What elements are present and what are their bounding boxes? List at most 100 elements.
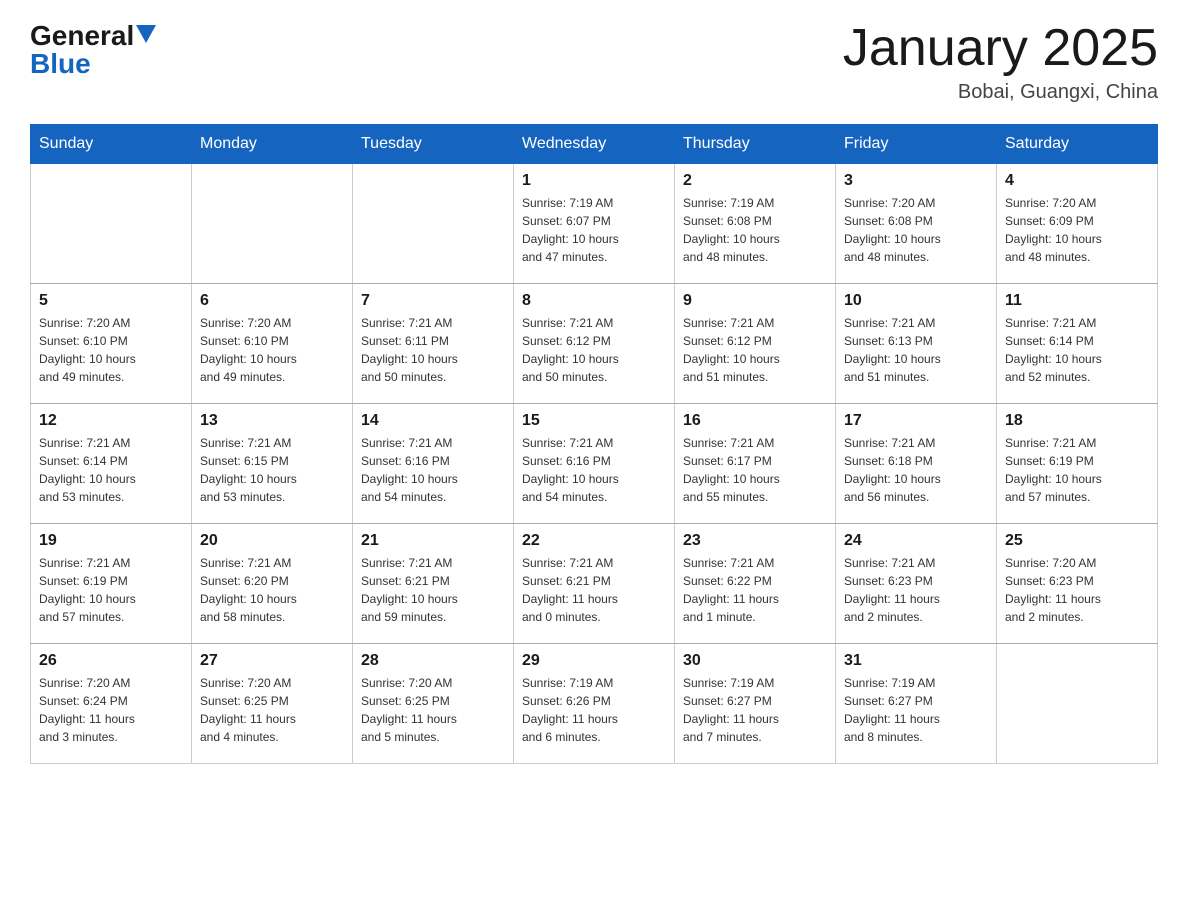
calendar-cell: [353, 164, 514, 284]
day-info: Sunrise: 7:21 AM Sunset: 6:22 PM Dayligh…: [683, 554, 827, 626]
calendar-cell: 23 Sunrise: 7:21 AM Sunset: 6:22 PM Dayli…: [675, 524, 836, 644]
calendar-week-row: 5 Sunrise: 7:20 AM Sunset: 6:10 PM Daylig…: [31, 284, 1158, 404]
calendar-cell: 24 Sunrise: 7:21 AM Sunset: 6:23 PM Dayli…: [836, 524, 997, 644]
calendar-cell: 30 Sunrise: 7:19 AM Sunset: 6:27 PM Dayli…: [675, 644, 836, 764]
day-info: Sunrise: 7:19 AM Sunset: 6:08 PM Dayligh…: [683, 194, 827, 266]
weekday-header-row: SundayMondayTuesdayWednesdayThursdayFrid…: [31, 125, 1158, 164]
day-info: Sunrise: 7:21 AM Sunset: 6:16 PM Dayligh…: [361, 434, 505, 506]
month-title: January 2025: [843, 20, 1158, 77]
calendar-cell: 7 Sunrise: 7:21 AM Sunset: 6:11 PM Daylig…: [353, 284, 514, 404]
title-section: January 2025 Bobai, Guangxi, China: [843, 20, 1158, 104]
calendar-cell: [31, 164, 192, 284]
day-number: 12: [39, 412, 183, 430]
day-number: 19: [39, 532, 183, 550]
day-info: Sunrise: 7:19 AM Sunset: 6:27 PM Dayligh…: [844, 674, 988, 746]
day-number: 2: [683, 172, 827, 190]
day-info: Sunrise: 7:21 AM Sunset: 6:21 PM Dayligh…: [522, 554, 666, 626]
day-number: 18: [1005, 412, 1149, 430]
calendar-cell: 6Sunrise: 7:20 AM Sunset: 6:10 PM Daylig…: [192, 284, 353, 404]
day-number: 15: [522, 412, 666, 430]
day-number: 4: [1005, 172, 1149, 190]
day-number: 8: [522, 292, 666, 310]
logo-blue-text: Blue: [30, 48, 156, 80]
location: Bobai, Guangxi, China: [843, 81, 1158, 104]
day-info: Sunrise: 7:21 AM Sunset: 6:16 PM Dayligh…: [522, 434, 666, 506]
day-info: Sunrise: 7:20 AM Sunset: 6:10 PM Dayligh…: [200, 314, 344, 386]
day-info: Sunrise: 7:21 AM Sunset: 6:19 PM Dayligh…: [39, 554, 183, 626]
day-info: Sunrise: 7:21 AM Sunset: 6:14 PM Dayligh…: [1005, 314, 1149, 386]
day-info: Sunrise: 7:21 AM Sunset: 6:17 PM Dayligh…: [683, 434, 827, 506]
calendar-body: 1Sunrise: 7:19 AM Sunset: 6:07 PM Daylig…: [31, 164, 1158, 764]
page-header: General Blue January 2025 Bobai, Guangxi…: [30, 20, 1158, 104]
day-info: Sunrise: 7:19 AM Sunset: 6:27 PM Dayligh…: [683, 674, 827, 746]
day-number: 13: [200, 412, 344, 430]
calendar-cell: 13 Sunrise: 7:21 AM Sunset: 6:15 PM Dayli…: [192, 404, 353, 524]
calendar-cell: 31 Sunrise: 7:19 AM Sunset: 6:27 PM Dayli…: [836, 644, 997, 764]
calendar-week-row: 12 Sunrise: 7:21 AM Sunset: 6:14 PM Dayli…: [31, 404, 1158, 524]
weekday-header-sunday: Sunday: [31, 125, 192, 164]
calendar-cell: 20Sunrise: 7:21 AM Sunset: 6:20 PM Dayli…: [192, 524, 353, 644]
weekday-header-tuesday: Tuesday: [353, 125, 514, 164]
day-number: 11: [1005, 292, 1149, 310]
day-info: Sunrise: 7:21 AM Sunset: 6:23 PM Dayligh…: [844, 554, 988, 626]
day-info: Sunrise: 7:19 AM Sunset: 6:26 PM Dayligh…: [522, 674, 666, 746]
weekday-header-thursday: Thursday: [675, 125, 836, 164]
day-number: 3: [844, 172, 988, 190]
day-info: Sunrise: 7:20 AM Sunset: 6:25 PM Dayligh…: [361, 674, 505, 746]
day-info: Sunrise: 7:21 AM Sunset: 6:15 PM Dayligh…: [200, 434, 344, 506]
day-number: 30: [683, 652, 827, 670]
day-info: Sunrise: 7:21 AM Sunset: 6:18 PM Dayligh…: [844, 434, 988, 506]
day-number: 25: [1005, 532, 1149, 550]
logo-triangle-icon: [136, 25, 156, 43]
day-number: 7: [361, 292, 505, 310]
calendar-cell: 3Sunrise: 7:20 AM Sunset: 6:08 PM Daylig…: [836, 164, 997, 284]
day-number: 16: [683, 412, 827, 430]
calendar-cell: 14 Sunrise: 7:21 AM Sunset: 6:16 PM Dayli…: [353, 404, 514, 524]
day-number: 28: [361, 652, 505, 670]
calendar-cell: [192, 164, 353, 284]
day-number: 21: [361, 532, 505, 550]
day-info: Sunrise: 7:21 AM Sunset: 6:21 PM Dayligh…: [361, 554, 505, 626]
calendar-cell: 17Sunrise: 7:21 AM Sunset: 6:18 PM Dayli…: [836, 404, 997, 524]
day-info: Sunrise: 7:21 AM Sunset: 6:19 PM Dayligh…: [1005, 434, 1149, 506]
day-number: 29: [522, 652, 666, 670]
calendar-cell: 18 Sunrise: 7:21 AM Sunset: 6:19 PM Dayli…: [997, 404, 1158, 524]
day-number: 1: [522, 172, 666, 190]
day-info: Sunrise: 7:20 AM Sunset: 6:24 PM Dayligh…: [39, 674, 183, 746]
day-number: 22: [522, 532, 666, 550]
day-info: Sunrise: 7:20 AM Sunset: 6:25 PM Dayligh…: [200, 674, 344, 746]
day-info: Sunrise: 7:21 AM Sunset: 6:12 PM Dayligh…: [522, 314, 666, 386]
calendar-cell: 11 Sunrise: 7:21 AM Sunset: 6:14 PM Dayli…: [997, 284, 1158, 404]
day-number: 26: [39, 652, 183, 670]
calendar-week-row: 1Sunrise: 7:19 AM Sunset: 6:07 PM Daylig…: [31, 164, 1158, 284]
calendar-cell: 21 Sunrise: 7:21 AM Sunset: 6:21 PM Dayli…: [353, 524, 514, 644]
day-number: 20: [200, 532, 344, 550]
calendar-cell: 8 Sunrise: 7:21 AM Sunset: 6:12 PM Daylig…: [514, 284, 675, 404]
calendar-cell: 2 Sunrise: 7:19 AM Sunset: 6:08 PM Daylig…: [675, 164, 836, 284]
calendar-cell: 9Sunrise: 7:21 AM Sunset: 6:12 PM Daylig…: [675, 284, 836, 404]
weekday-header-monday: Monday: [192, 125, 353, 164]
calendar-header: SundayMondayTuesdayWednesdayThursdayFrid…: [31, 125, 1158, 164]
day-info: Sunrise: 7:20 AM Sunset: 6:09 PM Dayligh…: [1005, 194, 1149, 266]
calendar-cell: 10Sunrise: 7:21 AM Sunset: 6:13 PM Dayli…: [836, 284, 997, 404]
calendar-table: SundayMondayTuesdayWednesdayThursdayFrid…: [30, 124, 1158, 764]
day-info: Sunrise: 7:21 AM Sunset: 6:14 PM Dayligh…: [39, 434, 183, 506]
calendar-cell: 27Sunrise: 7:20 AM Sunset: 6:25 PM Dayli…: [192, 644, 353, 764]
weekday-header-friday: Friday: [836, 125, 997, 164]
weekday-header-wednesday: Wednesday: [514, 125, 675, 164]
calendar-cell: 12 Sunrise: 7:21 AM Sunset: 6:14 PM Dayli…: [31, 404, 192, 524]
calendar-cell: 25Sunrise: 7:20 AM Sunset: 6:23 PM Dayli…: [997, 524, 1158, 644]
calendar-cell: 16 Sunrise: 7:21 AM Sunset: 6:17 PM Dayli…: [675, 404, 836, 524]
calendar-cell: 28 Sunrise: 7:20 AM Sunset: 6:25 PM Dayli…: [353, 644, 514, 764]
calendar-cell: 29 Sunrise: 7:19 AM Sunset: 6:26 PM Dayli…: [514, 644, 675, 764]
day-number: 31: [844, 652, 988, 670]
calendar-cell: 26 Sunrise: 7:20 AM Sunset: 6:24 PM Dayli…: [31, 644, 192, 764]
day-info: Sunrise: 7:21 AM Sunset: 6:11 PM Dayligh…: [361, 314, 505, 386]
day-number: 23: [683, 532, 827, 550]
day-number: 5: [39, 292, 183, 310]
day-number: 14: [361, 412, 505, 430]
day-info: Sunrise: 7:20 AM Sunset: 6:10 PM Dayligh…: [39, 314, 183, 386]
day-number: 24: [844, 532, 988, 550]
calendar-cell: 22 Sunrise: 7:21 AM Sunset: 6:21 PM Dayli…: [514, 524, 675, 644]
calendar-week-row: 19 Sunrise: 7:21 AM Sunset: 6:19 PM Dayli…: [31, 524, 1158, 644]
